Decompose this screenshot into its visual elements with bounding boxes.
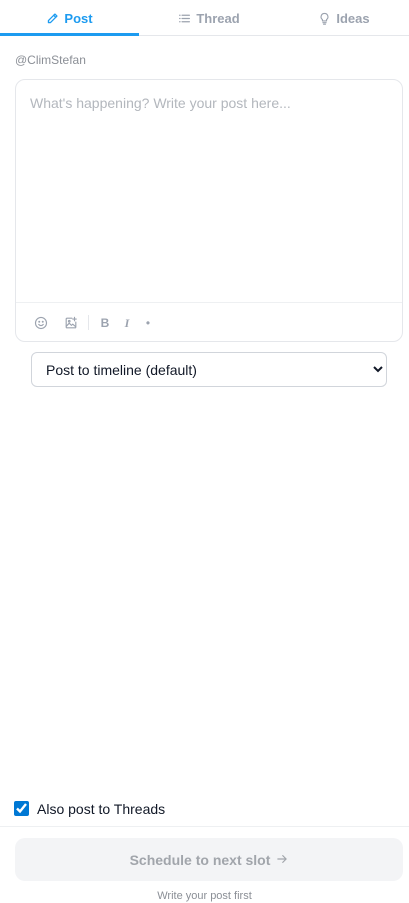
italic-button[interactable]: I	[120, 313, 134, 333]
post-text-input[interactable]	[16, 80, 402, 302]
threads-crosspost-checkbox[interactable]	[14, 801, 29, 816]
bold-button[interactable]: B	[98, 313, 112, 333]
tab-bar: Post Thread Ideas	[0, 0, 409, 36]
tab-ideas[interactable]: Ideas	[279, 0, 409, 36]
schedule-next-slot-button[interactable]: Schedule to next slot	[15, 838, 403, 881]
tab-post[interactable]: Post	[0, 0, 139, 36]
lightbulb-icon	[318, 12, 331, 25]
tab-post-label: Post	[64, 10, 93, 26]
pencil-icon	[46, 12, 59, 25]
active-tab-indicator	[0, 33, 139, 36]
threads-crosspost-row: Also post to Threads	[14, 800, 165, 817]
post-composer: B I •	[15, 79, 403, 342]
list-icon	[178, 12, 191, 25]
tab-thread[interactable]: Thread	[139, 0, 279, 36]
image-add-icon[interactable]	[62, 313, 80, 333]
composer-toolbar: B I •	[16, 302, 402, 341]
schedule-hint: Write your post first	[157, 890, 252, 902]
footer-divider	[0, 826, 409, 827]
tab-ideas-label: Ideas	[336, 10, 370, 26]
arrow-right-icon	[276, 852, 288, 868]
toolbar-divider	[88, 315, 89, 330]
tab-thread-label: Thread	[196, 10, 240, 26]
smiley-icon[interactable]	[32, 313, 50, 333]
bullet-list-button[interactable]: •	[141, 313, 155, 333]
schedule-button-label: Schedule to next slot	[129, 851, 271, 868]
threads-crosspost-label[interactable]: Also post to Threads	[37, 801, 165, 817]
post-destination-select[interactable]: Post to timeline (default)	[31, 352, 387, 387]
account-handle: @ClimStefan	[15, 53, 86, 67]
